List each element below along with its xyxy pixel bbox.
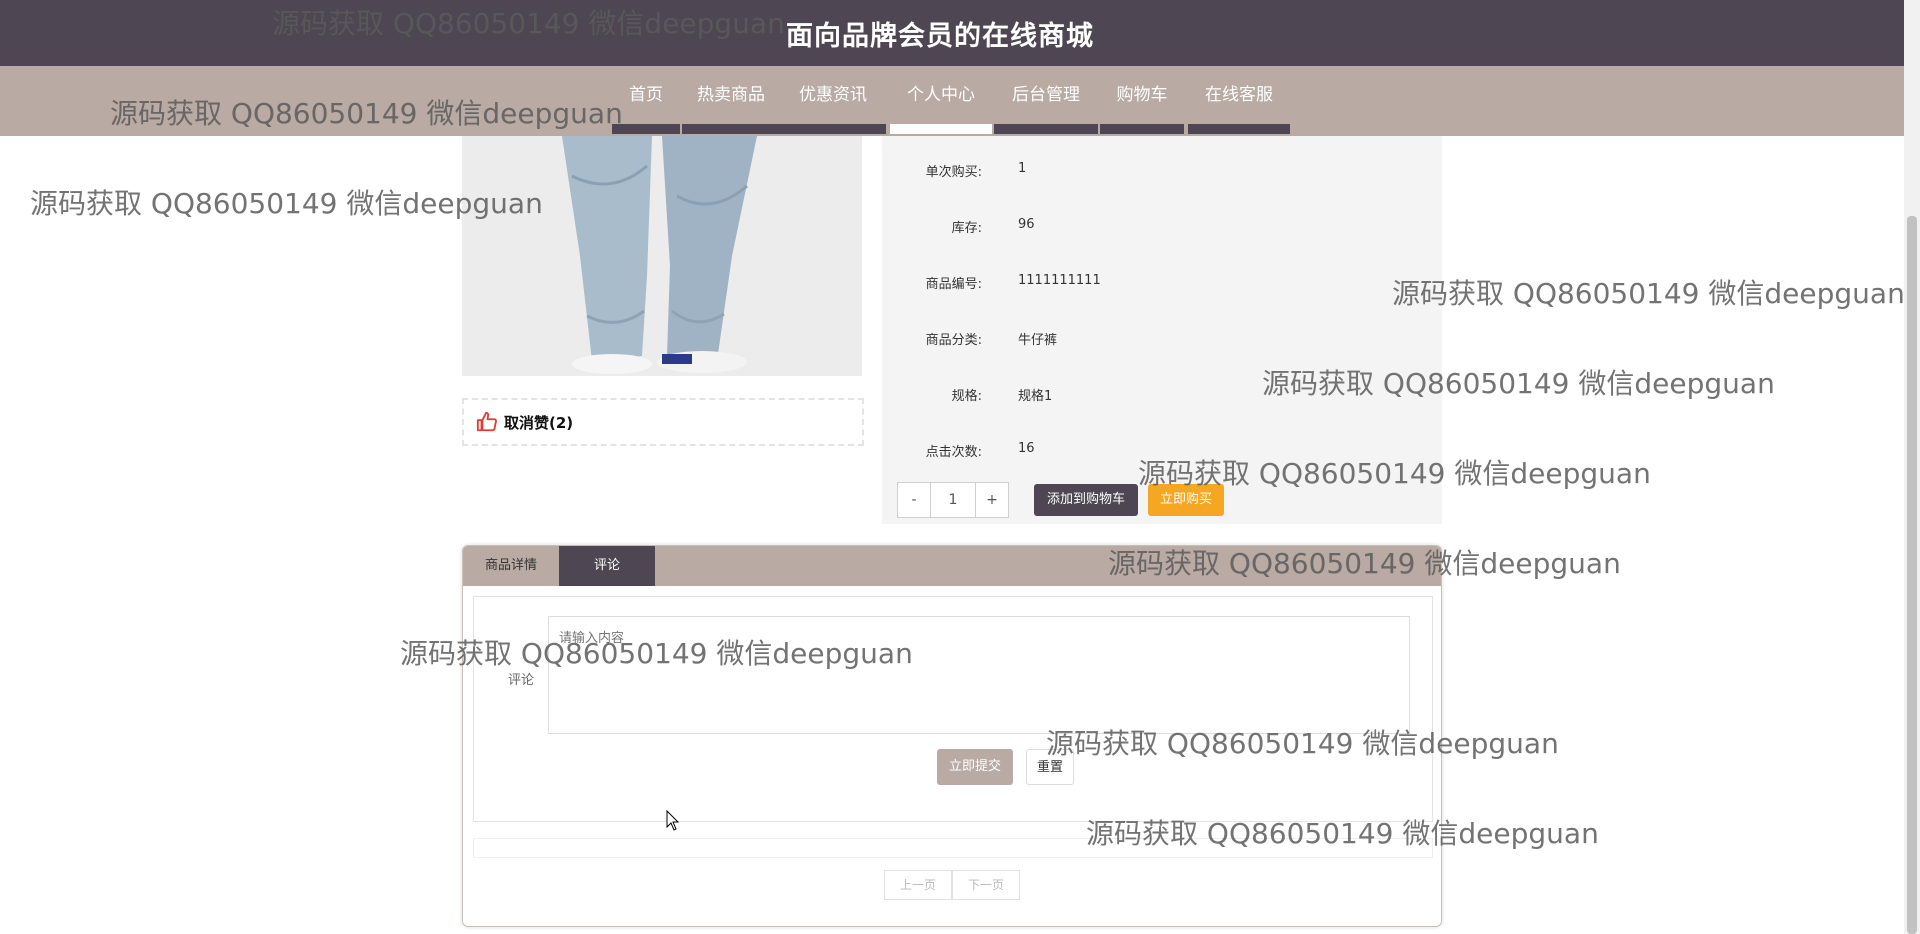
add-to-cart-button[interactable]: 添加到购物车 [1034, 484, 1138, 516]
thumbs-up-icon [476, 411, 497, 432]
info-label-stock: 库存: [951, 221, 982, 236]
like-label: 取消赞(2) [504, 414, 574, 432]
quantity-input[interactable]: 1 [930, 482, 976, 518]
comment-list [473, 838, 1433, 858]
info-label-spec: 规格: [951, 389, 982, 404]
submit-comment-button[interactable]: 立即提交 [937, 749, 1013, 785]
mouse-cursor-icon [666, 810, 680, 831]
prev-page-button[interactable]: 上一页 [884, 870, 952, 900]
scrollbar-thumb[interactable] [1907, 216, 1917, 934]
nav-item-cart[interactable]: 购物车 [1100, 66, 1184, 134]
watermark-text: 源码获取 QQ86050149 微信deepguan [1392, 277, 1905, 310]
quantity-decrease-button[interactable]: - [897, 482, 931, 518]
info-value-per-purchase: 1 [1018, 161, 1027, 176]
tab-product-details[interactable]: 商品详情 [463, 546, 559, 586]
site-title: 面向品牌会员的在线商城 [786, 21, 1094, 52]
info-value-product-number: 1111111111 [1018, 273, 1101, 288]
info-label-category: 商品分类: [925, 333, 982, 348]
product-image [462, 136, 862, 376]
info-value-category: 牛仔裤 [1018, 333, 1058, 348]
tab-header: 商品详情 评论 [463, 546, 1441, 586]
info-value-click-count: 16 [1018, 441, 1035, 456]
tab-comments[interactable]: 评论 [559, 546, 655, 586]
quantity-increase-button[interactable]: + [975, 482, 1009, 518]
comment-label: 评论 [507, 673, 534, 688]
nav-item-hot-products[interactable]: 热卖商品 优惠资讯 [682, 66, 886, 134]
comment-input[interactable] [548, 616, 1410, 734]
nav-item-customer-service[interactable]: 在线客服 [1188, 66, 1290, 134]
nav-item-personal-center[interactable]: 个人中心 [890, 66, 992, 134]
info-value-spec: 规格1 [1018, 389, 1053, 404]
product-info-panel: 单次购买: 1 库存: 96 商品编号: 1111111111 商品分类: 牛仔… [882, 136, 1442, 524]
like-toggle[interactable]: 取消赞(2) [462, 398, 864, 446]
nav-item-home[interactable]: 首页 [612, 66, 680, 134]
next-page-button[interactable]: 下一页 [952, 870, 1020, 900]
nav-item-admin[interactable]: 后台管理 [994, 66, 1098, 134]
comment-form: 评论 立即提交 重置 [473, 596, 1433, 822]
info-label-product-number: 商品编号: [925, 277, 982, 292]
reset-comment-button[interactable]: 重置 [1026, 749, 1074, 785]
info-label-per-purchase: 单次购买: [925, 165, 982, 180]
product-tabs-panel: 商品详情 评论 评论 立即提交 重置 上一页 下一页 [462, 545, 1442, 927]
buy-now-button[interactable]: 立即购买 [1148, 484, 1224, 516]
info-value-stock: 96 [1018, 217, 1035, 232]
main-nav: 首页 热卖商品 优惠资讯 个人中心 后台管理 购物车 在线客服 [0, 66, 1904, 136]
info-label-click-count: 点击次数: [925, 445, 982, 460]
